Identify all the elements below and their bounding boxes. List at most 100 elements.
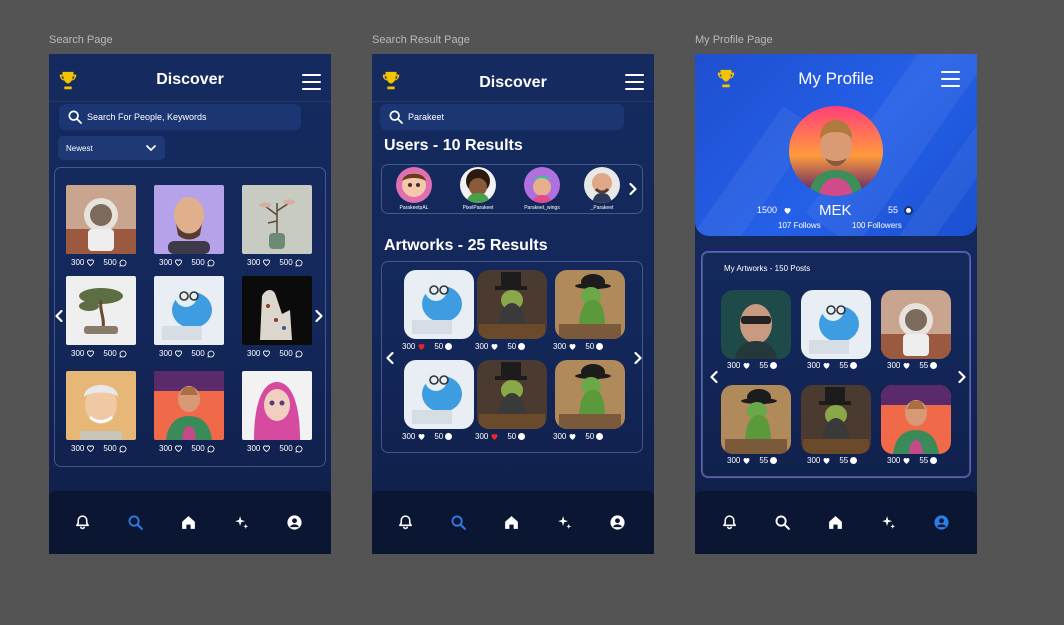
comment-icon[interactable] <box>850 362 858 369</box>
comment-icon[interactable] <box>770 362 778 369</box>
heart-icon[interactable] <box>568 342 577 351</box>
user-result-item[interactable]: ParakeetpAL <box>388 167 440 211</box>
comment-icon[interactable] <box>207 445 215 453</box>
user-result-item[interactable]: Parakeet_wings <box>516 167 568 211</box>
user-icon[interactable] <box>286 514 303 531</box>
artwork-thumbnail[interactable] <box>721 290 791 359</box>
artwork-thumbnail[interactable] <box>801 290 871 359</box>
search-icon[interactable] <box>450 514 467 531</box>
heart-icon[interactable] <box>490 432 499 441</box>
heart-icon[interactable] <box>902 456 911 465</box>
artwork-thumbnail[interactable] <box>66 276 136 345</box>
bell-icon[interactable] <box>721 514 738 531</box>
comment-icon[interactable] <box>119 259 127 267</box>
artwork-thumbnail[interactable] <box>555 270 625 339</box>
menu-icon[interactable] <box>941 71 960 87</box>
comment-icon[interactable] <box>518 343 526 350</box>
user-result-item[interactable]: PixelParakeet <box>452 167 504 211</box>
comment-icon[interactable] <box>445 343 453 350</box>
artwork-thumbnail[interactable] <box>154 276 224 345</box>
artwork-thumbnail[interactable] <box>404 270 474 339</box>
comment-icon[interactable] <box>207 259 215 267</box>
user-icon[interactable] <box>933 514 950 531</box>
heart-icon[interactable] <box>174 349 183 358</box>
comment-icon[interactable] <box>119 445 127 453</box>
user-icon[interactable] <box>609 514 626 531</box>
carousel-next-icon[interactable] <box>314 309 324 323</box>
heart-icon[interactable] <box>174 444 183 453</box>
artwork-thumbnail[interactable] <box>404 360 474 429</box>
heart-icon[interactable] <box>822 456 831 465</box>
comment-icon[interactable] <box>295 350 303 358</box>
heart-icon[interactable] <box>262 258 271 267</box>
artwork-thumbnail[interactable] <box>154 371 224 440</box>
artwork-thumbnail[interactable] <box>801 385 871 454</box>
search-input[interactable]: Parakeet <box>380 104 624 130</box>
heart-icon[interactable] <box>417 342 426 351</box>
comment-icon[interactable] <box>295 445 303 453</box>
heart-icon[interactable] <box>902 361 911 370</box>
heart-icon[interactable] <box>174 258 183 267</box>
artwork-thumbnail[interactable] <box>477 270 547 339</box>
comment-icon[interactable] <box>518 433 526 440</box>
carousel-prev-icon[interactable] <box>385 351 395 365</box>
comment-icon[interactable] <box>850 457 858 464</box>
heart-icon[interactable] <box>262 444 271 453</box>
like-count: 300 <box>807 361 821 370</box>
sparkle-icon[interactable] <box>556 514 573 531</box>
heart-icon[interactable] <box>742 361 751 370</box>
heart-icon[interactable] <box>262 349 271 358</box>
artwork-thumbnail[interactable] <box>881 385 951 454</box>
carousel-next-icon[interactable] <box>957 370 967 384</box>
like-count: 300 <box>159 349 173 358</box>
profile-avatar[interactable] <box>789 106 883 196</box>
artwork-thumbnail[interactable] <box>154 185 224 254</box>
comment-icon[interactable] <box>930 362 938 369</box>
menu-icon[interactable] <box>302 74 321 90</box>
heart-icon[interactable] <box>417 432 426 441</box>
comment-icon[interactable] <box>930 457 938 464</box>
bell-icon[interactable] <box>397 514 414 531</box>
artwork-thumbnail[interactable] <box>721 385 791 454</box>
follows-count[interactable]: 107 Follows <box>778 221 821 230</box>
home-icon[interactable] <box>180 514 197 531</box>
search-icon[interactable] <box>127 514 144 531</box>
comment-icon[interactable] <box>207 350 215 358</box>
heart-icon[interactable] <box>490 342 499 351</box>
artwork-thumbnail[interactable] <box>242 276 312 345</box>
sparkle-icon[interactable] <box>233 514 250 531</box>
comment-icon[interactable] <box>445 433 453 440</box>
heart-icon[interactable] <box>742 456 751 465</box>
artwork-thumbnail[interactable] <box>555 360 625 429</box>
artwork-thumbnail[interactable] <box>66 185 136 254</box>
comment-icon[interactable] <box>596 433 604 440</box>
home-icon[interactable] <box>503 514 520 531</box>
artwork-thumbnail[interactable] <box>242 185 312 254</box>
followers-count[interactable]: 100 Followers <box>852 221 902 230</box>
user-result-item[interactable]: _Parakeet <box>576 167 628 211</box>
comment-icon[interactable] <box>770 457 778 464</box>
heart-icon[interactable] <box>86 258 95 267</box>
comment-icon[interactable] <box>596 343 604 350</box>
carousel-next-icon[interactable] <box>633 351 643 365</box>
heart-icon[interactable] <box>86 444 95 453</box>
heart-icon[interactable] <box>86 349 95 358</box>
sparkle-icon[interactable] <box>880 514 897 531</box>
artwork-thumbnail[interactable] <box>242 371 312 440</box>
bell-icon[interactable] <box>74 514 91 531</box>
heart-icon[interactable] <box>822 361 831 370</box>
sort-dropdown[interactable]: Newest <box>58 136 165 160</box>
carousel-prev-icon[interactable] <box>709 370 719 384</box>
comment-icon[interactable] <box>119 350 127 358</box>
search-input[interactable]: Search For People, Keywords <box>59 104 301 130</box>
users-next-icon[interactable] <box>628 182 638 196</box>
artwork-thumbnail[interactable] <box>881 290 951 359</box>
artwork-thumbnail[interactable] <box>477 360 547 429</box>
heart-icon[interactable] <box>568 432 577 441</box>
search-icon[interactable] <box>774 514 791 531</box>
artwork-thumbnail[interactable] <box>66 371 136 440</box>
home-icon[interactable] <box>827 514 844 531</box>
carousel-prev-icon[interactable] <box>54 309 64 323</box>
menu-icon[interactable] <box>625 74 644 90</box>
comment-icon[interactable] <box>295 259 303 267</box>
